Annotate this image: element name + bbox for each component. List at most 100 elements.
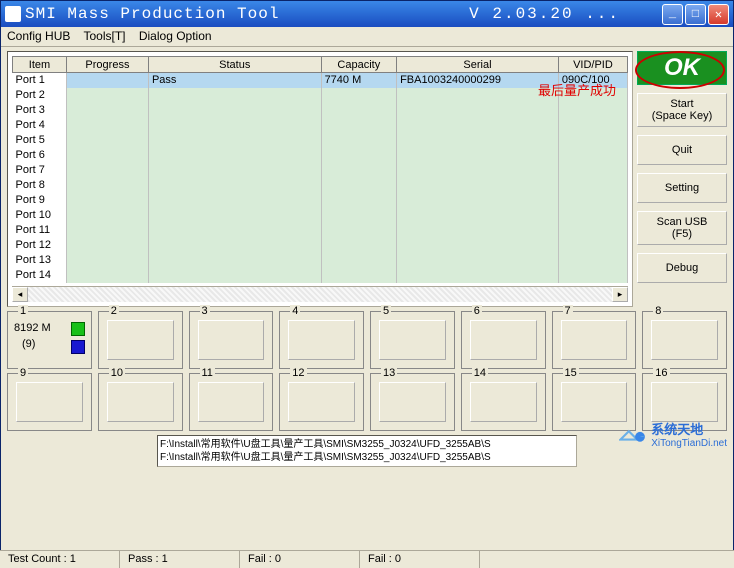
col-item[interactable]: Item [13, 57, 67, 73]
setting-button[interactable]: Setting [637, 173, 727, 203]
table-row[interactable]: Port 13 [13, 253, 628, 268]
watermark-logo-icon [619, 424, 647, 444]
slot-4[interactable]: 4 [279, 311, 364, 369]
start-button[interactable]: Start (Space Key) [637, 93, 727, 127]
quit-button[interactable]: Quit [637, 135, 727, 165]
horizontal-scrollbar[interactable]: ◂ ▸ [12, 286, 628, 302]
cell-vidpid [558, 193, 627, 208]
slot-number: 1 [18, 305, 28, 317]
slot-3[interactable]: 3 [189, 311, 274, 369]
cell-serial: FBA1003240000299 [397, 73, 559, 88]
path-log[interactable]: F:\Install\常用软件\U盘工具\量产工具\SMI\SM3255_J03… [157, 435, 577, 467]
col-progress[interactable]: Progress [66, 57, 148, 73]
slot-inner [16, 382, 83, 422]
cell-serial [397, 223, 559, 238]
slot-1[interactable]: 18192 M(9) [7, 311, 92, 369]
scan-usb-button[interactable]: Scan USB (F5) [637, 211, 727, 245]
slot-inner [288, 320, 355, 360]
cell-item: Port 5 [13, 133, 67, 148]
debug-button[interactable]: Debug [637, 253, 727, 283]
menu-dialog[interactable]: Dialog Option [139, 29, 212, 43]
led-blue-icon [71, 340, 85, 354]
scroll-right-button[interactable]: ▸ [612, 287, 628, 302]
cell-vidpid [558, 118, 627, 133]
slot-inner [198, 382, 265, 422]
scroll-left-button[interactable]: ◂ [12, 287, 28, 302]
cell-progress [66, 133, 148, 148]
menu-config[interactable]: Config HUB [7, 29, 70, 43]
menu-tools[interactable]: Tools[T] [83, 29, 125, 43]
cell-progress [66, 118, 148, 133]
cell-capacity [321, 103, 397, 118]
table-row[interactable]: Port 8 [13, 178, 628, 193]
app-icon [5, 6, 21, 22]
slot-13[interactable]: 13 [370, 373, 455, 431]
cell-progress [66, 103, 148, 118]
maximize-button[interactable]: □ [685, 4, 706, 25]
slot-2[interactable]: 2 [98, 311, 183, 369]
cell-status [148, 208, 321, 223]
start-label: Start [670, 98, 693, 110]
cell-vidpid [558, 268, 627, 283]
col-vidpid[interactable]: VID/PID [558, 57, 627, 73]
cell-capacity [321, 208, 397, 223]
col-serial[interactable]: Serial [397, 57, 559, 73]
table-row[interactable]: Port 6 [13, 148, 628, 163]
cell-status [148, 253, 321, 268]
table-row[interactable]: Port 10 [13, 208, 628, 223]
slot-7[interactable]: 7 [552, 311, 637, 369]
cell-item: Port 3 [13, 103, 67, 118]
cell-progress [66, 178, 148, 193]
minimize-button[interactable]: _ [662, 4, 683, 25]
start-sub: (Space Key) [652, 110, 713, 122]
table-row[interactable]: Port 3 [13, 103, 628, 118]
table-row[interactable]: Port 4 [13, 118, 628, 133]
cell-serial [397, 103, 559, 118]
cell-capacity [321, 178, 397, 193]
close-button[interactable]: ✕ [708, 4, 729, 25]
slot-number: 13 [381, 367, 397, 379]
cell-vidpid [558, 148, 627, 163]
slot-number: 6 [472, 305, 482, 317]
cell-capacity [321, 193, 397, 208]
cell-status [148, 238, 321, 253]
table-row[interactable]: Port 1Pass7740 MFBA1003240000299090C/100 [13, 73, 628, 88]
titlebar: SMI Mass Production Tool V 2.03.20 ... _… [1, 1, 733, 27]
table-row[interactable]: Port 9 [13, 193, 628, 208]
cell-capacity [321, 88, 397, 103]
cell-status [148, 223, 321, 238]
slot-14[interactable]: 14 [461, 373, 546, 431]
col-status[interactable]: Status [148, 57, 321, 73]
cell-status [148, 148, 321, 163]
table-row[interactable]: Port 11 [13, 223, 628, 238]
slot-11[interactable]: 11 [189, 373, 274, 431]
slot-inner [379, 382, 446, 422]
window-title: SMI Mass Production Tool [25, 5, 469, 23]
slot-inner [107, 382, 174, 422]
slot-9[interactable]: 9 [7, 373, 92, 431]
cell-capacity [321, 133, 397, 148]
cell-progress [66, 223, 148, 238]
table-row[interactable]: Port 2 [13, 88, 628, 103]
slot-5[interactable]: 5 [370, 311, 455, 369]
slot-6[interactable]: 6 [461, 311, 546, 369]
cell-serial [397, 178, 559, 193]
cell-capacity [321, 268, 397, 283]
col-capacity[interactable]: Capacity [321, 57, 397, 73]
slot-number: 3 [200, 305, 210, 317]
table-row[interactable]: Port 12 [13, 238, 628, 253]
cell-status [148, 88, 321, 103]
cell-progress [66, 193, 148, 208]
slot-8[interactable]: 8 [642, 311, 727, 369]
cell-vidpid [558, 178, 627, 193]
slot-number: 2 [109, 305, 119, 317]
table-row[interactable]: Port 7 [13, 163, 628, 178]
slot-10[interactable]: 10 [98, 373, 183, 431]
slot-inner [651, 320, 718, 360]
cell-capacity [321, 148, 397, 163]
scroll-track[interactable] [28, 287, 612, 302]
table-row[interactable]: Port 5 [13, 133, 628, 148]
led-green-icon [71, 322, 85, 336]
table-row[interactable]: Port 14 [13, 268, 628, 283]
slot-12[interactable]: 12 [279, 373, 364, 431]
